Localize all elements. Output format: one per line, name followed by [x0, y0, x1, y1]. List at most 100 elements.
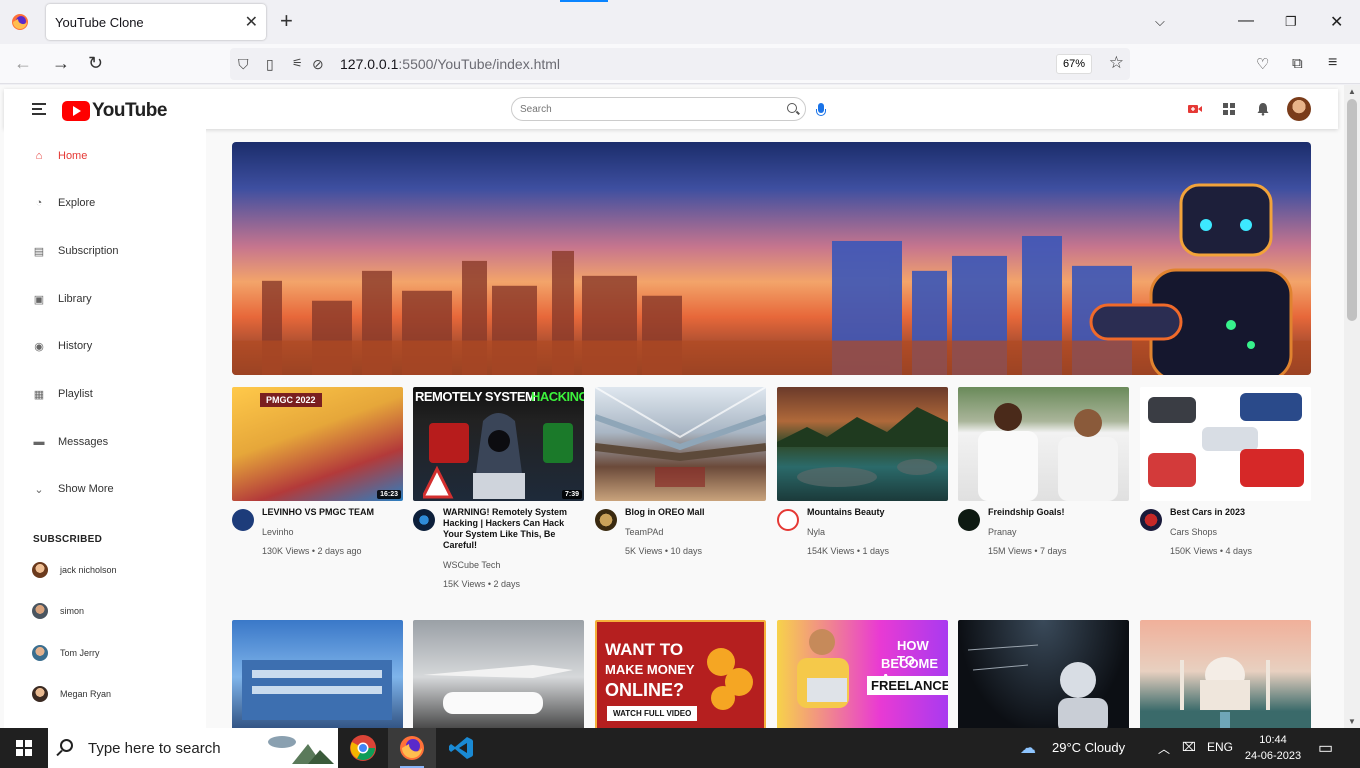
- list-all-tabs-icon[interactable]: ⌵: [1155, 14, 1165, 30]
- maximize-button[interactable]: ❐: [1285, 14, 1297, 30]
- sidebar-item-library[interactable]: ▣ Library: [32, 289, 92, 309]
- video-thumbnail[interactable]: [1140, 387, 1311, 501]
- video-card[interactable]: REMOTELY SYSTEM HACKING 7:39 WARNING! Re…: [413, 387, 584, 589]
- forward-button[interactable]: →: [52, 53, 70, 74]
- page-scrollbar[interactable]: ▲ ▼: [1344, 85, 1360, 728]
- sidebar-item-subscription[interactable]: ▤ Subscription: [32, 241, 119, 261]
- extensions-icon[interactable]: ⧉: [1292, 55, 1303, 72]
- video-title[interactable]: Mountains Beauty: [807, 507, 948, 518]
- close-window-button[interactable]: ✕: [1330, 12, 1343, 32]
- video-thumbnail[interactable]: [777, 387, 948, 501]
- firefox-taskbar-icon[interactable]: [398, 734, 426, 762]
- channel-name[interactable]: WSCube Tech: [443, 560, 584, 570]
- sidebar-item-messages[interactable]: ▬ Messages: [32, 432, 109, 452]
- video-card[interactable]: WANT TO MAKE MONEY ONLINE? WATCH FULL VI…: [595, 620, 766, 728]
- create-video-icon[interactable]: [1188, 102, 1202, 116]
- video-card[interactable]: HOW TO BECOME A FREELANCER: [777, 620, 948, 728]
- cloud-icon[interactable]: ☁: [1020, 738, 1036, 758]
- subscribed-channel[interactable]: jack nicholson: [32, 561, 117, 579]
- taskbar-search[interactable]: Type here to search: [48, 728, 338, 768]
- user-avatar[interactable]: [1287, 97, 1311, 121]
- sidebar-item-history[interactable]: ◉ History: [32, 336, 92, 356]
- video-card[interactable]: [232, 620, 403, 728]
- minimize-button[interactable]: —: [1238, 12, 1254, 30]
- channel-name[interactable]: Pranay: [988, 527, 1129, 537]
- video-thumbnail[interactable]: [232, 620, 403, 728]
- channel-avatar[interactable]: [777, 509, 799, 531]
- video-thumbnail[interactable]: REMOTELY SYSTEM HACKING 7:39: [413, 387, 584, 501]
- permissions-icon[interactable]: ⚟: [292, 56, 303, 70]
- video-thumbnail[interactable]: [595, 387, 766, 501]
- channel-name[interactable]: Cars Shops: [1170, 527, 1311, 537]
- video-thumbnail[interactable]: PMGC 2022 16:23: [232, 387, 403, 501]
- url-bar[interactable]: ⛉ ▯ ⚟ ⊘ 127.0.0.1:5500/YouTube/index.htm…: [230, 48, 1130, 80]
- channel-avatar[interactable]: [595, 509, 617, 531]
- subscribed-channel[interactable]: Tom Jerry: [32, 644, 100, 662]
- video-card[interactable]: [958, 620, 1129, 728]
- video-card[interactable]: [1140, 620, 1311, 728]
- chevron-up-icon[interactable]: ︿: [1158, 740, 1170, 757]
- video-card[interactable]: Best Cars in 2023 Cars Shops 150K Views …: [1140, 387, 1311, 556]
- video-card[interactable]: PMGC 2022 16:23 LEVINHO VS PMGC TEAM Lev…: [232, 387, 403, 556]
- notification-bell-icon[interactable]: [1256, 102, 1270, 116]
- channel-name[interactable]: Nyla: [807, 527, 948, 537]
- windows-start-icon[interactable]: [16, 740, 32, 756]
- video-title[interactable]: WARNING! Remotely System Hacking | Hacke…: [443, 507, 584, 551]
- video-thumbnail[interactable]: [1140, 620, 1311, 728]
- url-text[interactable]: 127.0.0.1:5500/YouTube/index.html: [340, 56, 560, 72]
- sidebar-item-home[interactable]: ⌂ Home: [32, 146, 88, 166]
- video-thumbnail[interactable]: WANT TO MAKE MONEY ONLINE? WATCH FULL VI…: [595, 620, 766, 728]
- sidebar-item-explore[interactable]: ◔ Explore: [32, 193, 96, 213]
- video-thumbnail[interactable]: [413, 620, 584, 728]
- chrome-icon[interactable]: [349, 734, 377, 762]
- search-icon[interactable]: [787, 103, 797, 113]
- video-title[interactable]: Best Cars in 2023: [1170, 507, 1311, 518]
- search-input[interactable]: [520, 101, 780, 117]
- scroll-up-icon[interactable]: ▲: [1348, 87, 1356, 96]
- video-card[interactable]: Blog in OREO Mall TeamPAd 5K Views • 10 …: [595, 387, 766, 556]
- channel-avatar[interactable]: [413, 509, 435, 531]
- channel-avatar[interactable]: [1140, 509, 1162, 531]
- firefox-icon[interactable]: [10, 12, 30, 32]
- pocket-icon[interactable]: ♡: [1256, 55, 1269, 73]
- scroll-down-icon[interactable]: ▼: [1348, 717, 1356, 726]
- subscribed-channel[interactable]: simon: [32, 602, 84, 620]
- video-title[interactable]: Blog in OREO Mall: [625, 507, 766, 518]
- video-thumbnail[interactable]: HOW TO BECOME A FREELANCER: [777, 620, 948, 728]
- tracking-protection-icon[interactable]: ⊘: [312, 56, 324, 73]
- menu-icon[interactable]: ≡: [1328, 54, 1337, 72]
- video-card[interactable]: [413, 620, 584, 728]
- device-icon[interactable]: ⌧: [1182, 740, 1196, 754]
- zoom-level[interactable]: 67%: [1055, 54, 1092, 74]
- video-title[interactable]: LEVINHO VS PMGC TEAM: [262, 507, 403, 518]
- language-indicator[interactable]: ENG: [1207, 740, 1233, 754]
- video-thumbnail[interactable]: [958, 620, 1129, 728]
- page-icon[interactable]: ▯: [266, 56, 274, 73]
- hamburger-menu-icon[interactable]: [32, 103, 46, 118]
- video-thumbnail[interactable]: [958, 387, 1129, 501]
- video-card[interactable]: Freindship Goals! Pranay 15M Views • 7 d…: [958, 387, 1129, 556]
- notification-center-icon[interactable]: ▭: [1318, 738, 1333, 758]
- weather-text[interactable]: 29°C Cloudy: [1052, 740, 1125, 755]
- scrollbar-thumb[interactable]: [1347, 99, 1357, 321]
- sidebar-item-playlist[interactable]: ▦ Playlist: [32, 384, 93, 404]
- youtube-logo[interactable]: YouTube: [62, 100, 167, 122]
- channel-avatar[interactable]: [958, 509, 980, 531]
- video-card[interactable]: Mountains Beauty Nyla 154K Views • 1 day…: [777, 387, 948, 556]
- sidebar-item-show-more[interactable]: ⌄ Show More: [32, 479, 113, 499]
- microphone-icon[interactable]: [816, 103, 826, 116]
- bookmark-star-icon[interactable]: ☆: [1109, 53, 1124, 73]
- apps-grid-icon[interactable]: [1222, 102, 1236, 116]
- new-tab-button[interactable]: +: [280, 10, 293, 32]
- reload-button[interactable]: ↻: [88, 53, 103, 74]
- close-tab-icon[interactable]: ✕: [245, 12, 258, 32]
- video-title[interactable]: Freindship Goals!: [988, 507, 1129, 518]
- back-button[interactable]: ←: [14, 53, 32, 74]
- hero-banner[interactable]: [232, 142, 1311, 375]
- shield-icon[interactable]: ⛉: [238, 56, 249, 73]
- channel-name[interactable]: TeamPAd: [625, 527, 766, 537]
- system-clock[interactable]: 10:44 24-06-2023: [1238, 732, 1308, 764]
- channel-name[interactable]: Levinho: [262, 527, 403, 537]
- browser-tab-active[interactable]: YouTube Clone ✕: [46, 4, 266, 40]
- channel-avatar[interactable]: [232, 509, 254, 531]
